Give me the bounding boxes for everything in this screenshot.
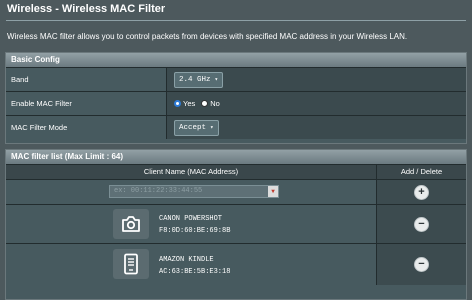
add-button[interactable]: + xyxy=(414,184,429,200)
band-row: Band 2.4 GHz ▾ xyxy=(6,67,466,91)
enable-no-radio[interactable] xyxy=(201,100,209,107)
device-icon-box xyxy=(113,209,149,239)
basic-config-panel: Basic Config Band 2.4 GHz ▾ Enable MAC F… xyxy=(5,52,467,144)
mac-filter-mode-label: MAC Filter Mode xyxy=(6,116,167,139)
device-mac: AC:63:BE:5B:E3:18 xyxy=(159,268,231,276)
table-row: CANON POWERSHOT F8:0D:60:BE:69:8B − xyxy=(6,204,466,243)
band-select[interactable]: 2.4 GHz ▾ xyxy=(174,71,224,88)
minus-icon: − xyxy=(418,258,425,270)
chevron-down-icon: ▾ xyxy=(210,124,214,131)
mac-filter-mode-select[interactable]: Accept ▾ xyxy=(174,119,219,136)
delete-button[interactable]: − xyxy=(414,257,429,272)
plus-icon: + xyxy=(418,185,425,198)
mac-filter-mode-row: MAC Filter Mode Accept ▾ xyxy=(6,115,466,139)
mac-list-column-headers: Client Name (MAC Address) Add / Delete xyxy=(6,164,466,179)
mac-filter-list-panel: MAC filter list (Max Limit : 64) Client … xyxy=(5,149,467,300)
enable-mac-filter-label: Enable MAC Filter xyxy=(6,92,167,115)
enable-yes-label[interactable]: Yes xyxy=(183,99,195,108)
device-name: AMAZON KINDLE xyxy=(159,256,214,264)
table-row: AMAZON KINDLE AC:63:BE:5B:E3:18 − xyxy=(6,243,466,285)
client-dropdown-button[interactable]: ▼ xyxy=(268,186,278,197)
device-icon-box xyxy=(113,249,149,279)
band-label: Band xyxy=(6,68,167,91)
add-delete-column-header: Add / Delete xyxy=(400,167,443,176)
title-divider xyxy=(6,20,466,21)
client-name-column-header: Client Name (MAC Address) xyxy=(6,165,377,179)
page-title: Wireless - Wireless MAC Filter xyxy=(7,3,166,15)
mac-filter-list-header: MAC filter list (Max Limit : 64) xyxy=(6,150,466,164)
enable-mac-filter-row: Enable MAC Filter Yes No xyxy=(6,91,466,115)
add-device-row: ex: 00:11:22:33:44:55 ▼ + xyxy=(6,179,466,204)
chevron-down-icon: ▾ xyxy=(214,76,219,83)
delete-button[interactable]: − xyxy=(414,216,429,232)
mac-address-input[interactable]: ex: 00:11:22:33:44:55 ▼ xyxy=(109,185,279,198)
device-mac: F8:0D:60:BE:69:8B xyxy=(159,227,231,235)
tablet-icon xyxy=(124,253,138,275)
minus-icon: − xyxy=(418,217,425,230)
enable-yes-radio[interactable] xyxy=(174,100,181,107)
basic-config-header: Basic Config xyxy=(6,53,466,67)
camera-icon xyxy=(122,216,140,232)
device-name: CANON POWERSHOT xyxy=(159,215,223,223)
page-description: Wireless MAC filter allows you to contro… xyxy=(7,32,408,41)
enable-no-label[interactable]: No xyxy=(210,99,220,108)
